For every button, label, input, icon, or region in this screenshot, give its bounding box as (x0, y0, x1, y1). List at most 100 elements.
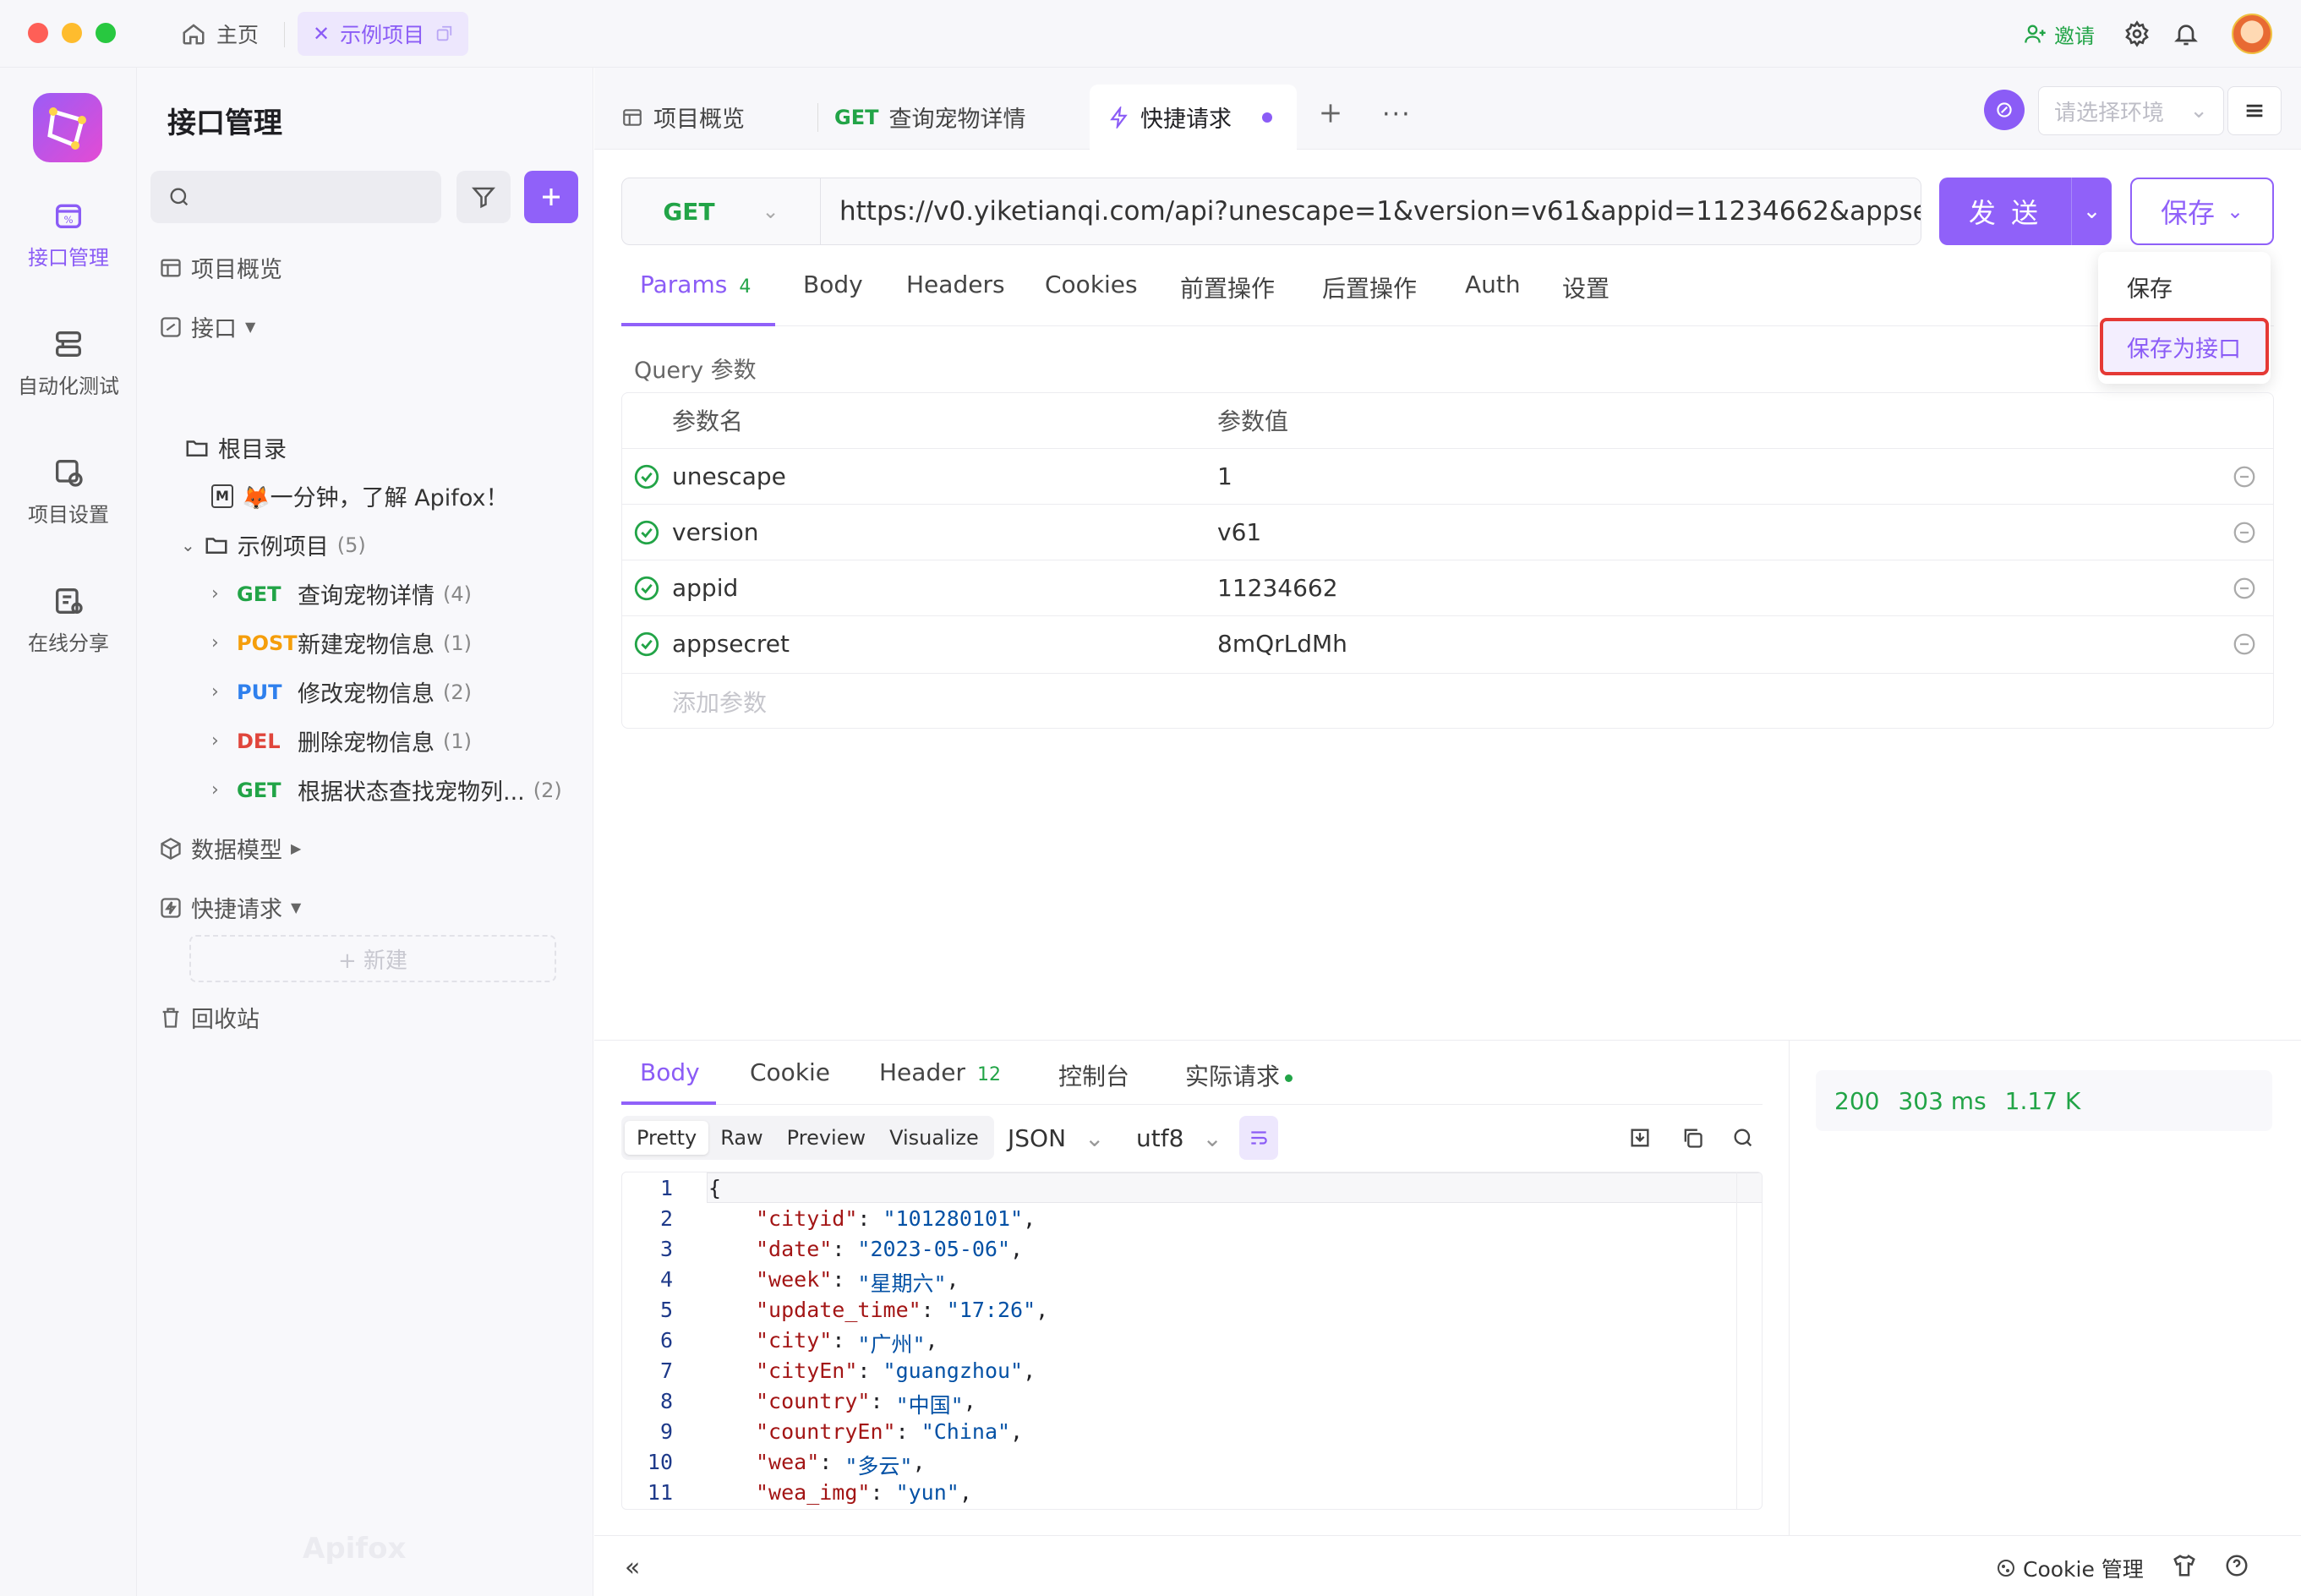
tab-project-overview[interactable]: 项目概览 (603, 85, 763, 150)
menu-button[interactable] (2227, 86, 2282, 135)
menu-item-save[interactable]: 保存 (2127, 271, 2173, 303)
check-circle-icon[interactable] (632, 462, 661, 491)
response-tab-4[interactable]: 实际请求 (1185, 1058, 1293, 1092)
tab-get-pet-detail[interactable]: GET 查询宠物详情 (816, 85, 1044, 150)
param-value[interactable]: 1 (1217, 462, 2215, 490)
param-value[interactable]: 11234662 (1217, 574, 2215, 602)
tree-endpoint[interactable]: › PUT 修改宠物信息 (2) (211, 675, 472, 708)
remove-circle-icon[interactable] (2232, 576, 2257, 601)
wrap-toggle[interactable] (1239, 1116, 1278, 1160)
param-value[interactable]: 8mQrLdMh (1217, 630, 2215, 658)
new-quick-request-button[interactable]: + 新建 (189, 935, 556, 982)
tree-doc[interactable]: M 🦊一分钟，了解 Apifox！ (211, 479, 508, 512)
response-tab-0[interactable]: Body (640, 1058, 700, 1086)
tree-project-overview[interactable]: 项目概览 (159, 251, 282, 284)
sync-button[interactable] (1984, 90, 2025, 130)
environment-select[interactable]: 请选择环境 ⌄ (2038, 86, 2224, 135)
remove-circle-icon[interactable] (2232, 631, 2257, 657)
tab-label: Cookies (1045, 271, 1138, 298)
response-tab-1[interactable]: Cookie (750, 1058, 830, 1086)
search-field[interactable] (199, 183, 436, 210)
remove-circle-icon[interactable] (2232, 520, 2257, 545)
new-tab-button[interactable] (1317, 100, 1344, 127)
rail-item-label: 项目设置 (28, 503, 109, 527)
maximize-window-button[interactable] (96, 23, 116, 43)
check-circle-icon[interactable] (632, 518, 661, 547)
response-tab-3[interactable]: 控制台 (1058, 1058, 1129, 1092)
rail-item-0[interactable]: % 接口管理 (0, 199, 137, 271)
external-link-icon[interactable] (435, 25, 453, 43)
view-mode-pretty[interactable]: Pretty (625, 1121, 709, 1155)
rail-item-1[interactable]: 自动化测试 (0, 327, 137, 399)
param-tab-前置操作[interactable]: 前置操作 (1180, 271, 1275, 304)
url-input[interactable]: https://v0.yiketianqi.com/api?unescape=1… (821, 196, 1921, 227)
param-tab-后置操作[interactable]: 后置操作 (1322, 271, 1417, 304)
response-tab-2[interactable]: Header 12 (879, 1058, 1001, 1086)
tree-root[interactable]: 根目录 (184, 431, 287, 464)
send-options-button[interactable]: ⌄ (2071, 178, 2112, 245)
minimize-window-button[interactable] (62, 23, 82, 43)
close-icon[interactable]: ✕ (313, 22, 330, 46)
search-icon[interactable] (1731, 1126, 1755, 1150)
tree-folder-example[interactable]: ⌄ 示例项目 (5) (181, 528, 366, 561)
search-input[interactable] (150, 171, 441, 223)
param-name[interactable]: appid (672, 574, 1217, 602)
add-param-row[interactable]: 添加参数 (621, 673, 2274, 729)
tree-endpoint[interactable]: › DEL 删除宠物信息 (1) (211, 724, 472, 757)
check-circle-icon[interactable] (632, 630, 661, 659)
cookie-manager-button[interactable]: Cookie 管理 (1996, 1553, 2144, 1583)
add-button[interactable] (524, 171, 578, 223)
close-window-button[interactable] (28, 23, 48, 43)
param-tab-设置[interactable]: 设置 (1562, 271, 1610, 304)
tree-endpoint[interactable]: › GET 查询宠物详情 (4) (211, 577, 472, 610)
tree-trash[interactable]: 回收站 (159, 1001, 260, 1034)
search-icon (167, 185, 191, 209)
filter-button[interactable] (456, 171, 511, 223)
tab-quick-request[interactable]: 快捷请求 (1090, 85, 1297, 150)
param-tab-headers[interactable]: Headers (906, 271, 1005, 298)
home-tab[interactable]: 主页 (181, 12, 259, 56)
remove-circle-icon[interactable] (2232, 464, 2257, 489)
encoding-select[interactable]: utf8 ⌄ (1136, 1124, 1222, 1152)
gear-icon[interactable] (2123, 20, 2151, 47)
help-icon[interactable] (2224, 1553, 2249, 1578)
download-icon[interactable] (1628, 1126, 1652, 1150)
param-tab-params[interactable]: Params 4 (640, 271, 751, 298)
menu-item-save-as-api[interactable]: 保存为接口 (2100, 318, 2269, 375)
param-tab-auth[interactable]: Auth (1465, 271, 1521, 298)
bell-icon[interactable] (2173, 20, 2200, 47)
add-param-placeholder[interactable]: 添加参数 (672, 685, 1217, 719)
check-circle-icon[interactable] (632, 574, 661, 603)
code-viewer[interactable]: 1{2 "cityid": "101280101", 3 "date": "2023-… (621, 1172, 1763, 1510)
send-button[interactable]: 发 送 (1939, 192, 2071, 231)
collapse-sidebar-icon[interactable]: « (625, 1553, 640, 1582)
param-name[interactable]: appsecret (672, 630, 1217, 658)
tree-endpoint[interactable]: › POST 新建宠物信息 (1) (211, 626, 472, 659)
more-tabs-button[interactable]: ··· (1382, 100, 1412, 129)
tab-label: Header (879, 1058, 965, 1086)
param-value[interactable]: v61 (1217, 518, 2215, 546)
project-tab[interactable]: ✕ 示例项目 (298, 12, 469, 56)
param-name[interactable]: version (672, 518, 1217, 546)
copy-icon[interactable] (1681, 1126, 1704, 1150)
tree-endpoint[interactable]: › GET 根据状态查找宠物列... (2) (211, 773, 562, 806)
save-button[interactable]: 保存 ⌄ (2130, 178, 2274, 245)
param-name[interactable]: unescape (672, 462, 1217, 490)
view-mode-preview[interactable]: Preview (775, 1121, 877, 1155)
code-line: 6 "city": "广州", (622, 1328, 938, 1358)
view-mode-raw[interactable]: Raw (708, 1121, 774, 1155)
param-tab-body[interactable]: Body (803, 271, 863, 298)
avatar[interactable] (2232, 14, 2272, 54)
tree-quick-requests[interactable]: 快捷请求 ▼ (159, 891, 301, 924)
tree-interfaces[interactable]: 接口 ▼ (159, 310, 255, 343)
invite-button[interactable]: 邀请 (2024, 12, 2095, 56)
tree-data-models[interactable]: 数据模型 ▶ (159, 832, 301, 865)
view-mode-visualize[interactable]: Visualize (877, 1121, 991, 1155)
method-select[interactable]: GET ⌄ (622, 178, 821, 244)
shirt-icon[interactable] (2172, 1553, 2197, 1578)
rail-item-2[interactable]: 项目设置 (0, 456, 137, 527)
format-select[interactable]: JSON ⌄ (1008, 1124, 1104, 1152)
rail-item-3[interactable]: 在线分享 (0, 584, 137, 656)
param-tab-cookies[interactable]: Cookies (1045, 271, 1138, 298)
param-row: appid 11234662 (621, 560, 2274, 615)
